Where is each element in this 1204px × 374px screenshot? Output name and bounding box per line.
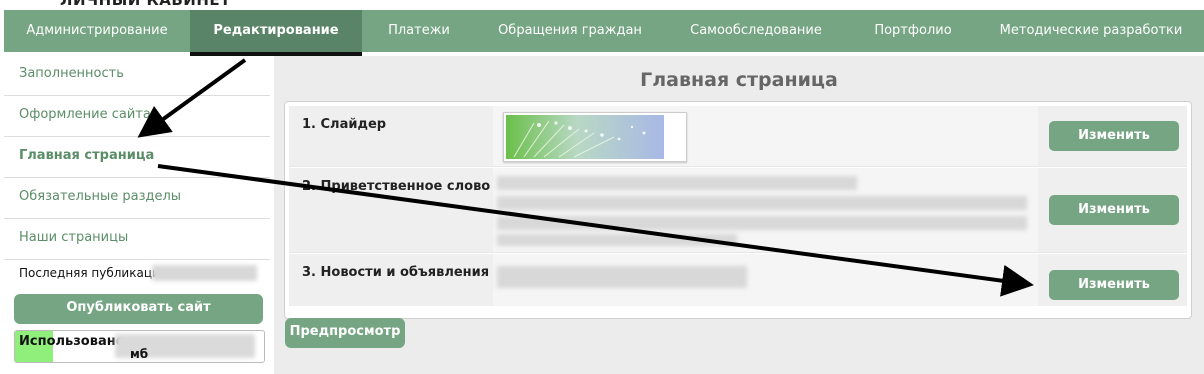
section-row-news: 3. Новости и объявления Изменить [289, 254, 1187, 306]
news-text-redacted [497, 266, 747, 288]
nav-item-payments[interactable]: Платежи [362, 10, 476, 52]
welcome-text-redacted-line [497, 176, 857, 190]
sidebar-item-completeness[interactable]: Заполненность [4, 56, 270, 96]
nav-item-self-assessment[interactable]: Самообследование [664, 10, 848, 52]
last-publication-value-redacted [152, 265, 257, 281]
sidebar: Заполненность Оформление сайта Главная с… [4, 56, 270, 374]
top-navigation: Администрирование Редактирование Платежи… [4, 10, 1204, 52]
last-publication-label: Последняя публикация: [19, 266, 172, 280]
header-strip: ЛИЧНЫЙ КАБИНЕТ [0, 0, 1204, 10]
nav-item-citizen-requests[interactable]: Обращения граждан [476, 10, 664, 52]
main-content: Главная страница 1. Слайдер Изменить 2. … [274, 56, 1204, 374]
edit-news-button[interactable]: Изменить [1049, 270, 1179, 300]
section-row-welcome: 2. Приветственное слово Изменить [289, 168, 1187, 253]
section-label-slider: 1. Слайдер [302, 117, 387, 132]
nav-item-portfolio[interactable]: Портфолио [848, 10, 978, 52]
storage-usage-label: Использовано [19, 334, 125, 349]
nav-item-editing[interactable]: Редактирование [190, 10, 362, 52]
edit-welcome-button[interactable]: Изменить [1049, 195, 1179, 225]
section-content-welcome [493, 168, 1038, 252]
storage-usage-meter: Использовано мб [14, 330, 265, 363]
sidebar-item-required-sections[interactable]: Обязательные разделы [4, 179, 270, 219]
section-row-slider: 1. Слайдер Изменить [289, 106, 1187, 167]
welcome-text-redacted-line [497, 234, 737, 246]
sections-panel: 1. Слайдер Изменить 2. Приветственное сл… [284, 101, 1192, 319]
section-content-news [493, 254, 1038, 306]
section-content-slider [493, 106, 1038, 166]
slider-thumbnail-image [503, 112, 687, 162]
sidebar-item-our-pages[interactable]: Наши страницы [4, 220, 270, 260]
storage-usage-unit: мб [130, 347, 149, 361]
section-label-news: 3. Новости и объявления [302, 265, 490, 280]
sidebar-item-main-page[interactable]: Главная страница [4, 138, 270, 178]
cabinet-title: ЛИЧНЫЙ КАБИНЕТ [60, 0, 231, 9]
nav-item-administration[interactable]: Администрирование [4, 10, 190, 52]
welcome-text-redacted-line [497, 216, 1027, 230]
publish-site-button[interactable]: Опубликовать сайт [14, 294, 263, 324]
sidebar-item-site-design[interactable]: Оформление сайта [4, 97, 270, 137]
page-title: Главная страница [640, 69, 838, 91]
section-label-welcome: 2. Приветственное слово [302, 179, 491, 194]
welcome-text-redacted-line [497, 196, 1027, 210]
edit-slider-button[interactable]: Изменить [1049, 121, 1179, 151]
preview-button[interactable]: Предпросмотр [285, 318, 405, 348]
nav-item-methodical[interactable]: Методические разработки [978, 10, 1204, 52]
